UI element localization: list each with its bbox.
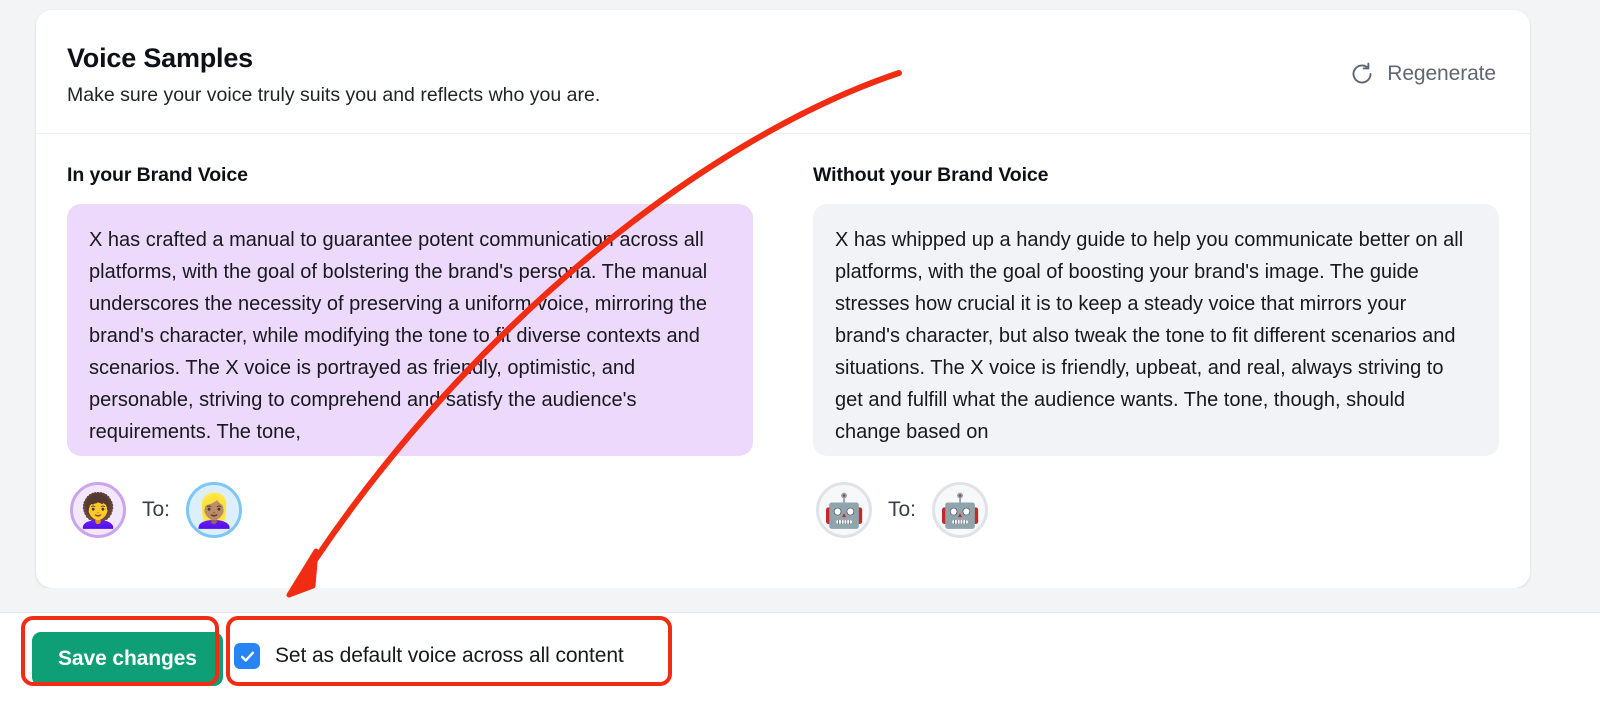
brand-voice-heading: In your Brand Voice xyxy=(67,164,248,186)
brand-voice-text: X has crafted a manual to guarantee pote… xyxy=(89,229,708,443)
regenerate-button[interactable]: Regenerate xyxy=(1344,58,1502,90)
to-label: To: xyxy=(888,498,917,521)
avatar-from[interactable]: 🤖 xyxy=(816,482,872,538)
samples-body: In your Brand Voice X has crafted a manu… xyxy=(36,134,1530,538)
without-brand-voice-avatars: 🤖 To: 🤖 xyxy=(813,482,1499,538)
brand-voice-avatars: 👩‍🦱 To: 👱🏽‍♀️ xyxy=(67,482,753,538)
avatar-from[interactable]: 👩‍🦱 xyxy=(70,482,126,538)
default-voice-checkbox-group[interactable]: Set as default voice across all content xyxy=(234,643,624,669)
refresh-icon xyxy=(1350,62,1374,86)
without-brand-voice-heading: Without your Brand Voice xyxy=(813,164,1049,186)
brand-voice-bubble: X has crafted a manual to guarantee pote… xyxy=(67,204,753,456)
default-voice-checkbox-label[interactable]: Set as default voice across all content xyxy=(275,644,624,668)
page-subtitle: Make sure your voice truly suits you and… xyxy=(67,84,601,107)
regenerate-label: Regenerate xyxy=(1387,62,1496,85)
bubble-tail xyxy=(831,454,857,456)
without-brand-voice-column: Without your Brand Voice X has whipped u… xyxy=(813,164,1499,538)
save-changes-button[interactable]: Save changes xyxy=(32,632,223,686)
default-voice-checkbox[interactable] xyxy=(234,643,260,669)
avatar-to[interactable]: 🤖 xyxy=(932,482,989,538)
voice-samples-card: Voice Samples Make sure your voice truly… xyxy=(36,10,1530,588)
bubble-tail xyxy=(85,454,111,456)
footer-action-bar: Save changes Set as default voice across… xyxy=(0,613,1600,705)
card-header: Voice Samples Make sure your voice truly… xyxy=(36,10,1530,134)
to-label: To: xyxy=(142,498,171,521)
brand-voice-column: In your Brand Voice X has crafted a manu… xyxy=(67,164,753,538)
without-brand-voice-bubble: X has whipped up a handy guide to help y… xyxy=(813,204,1499,456)
page-title: Voice Samples xyxy=(67,43,253,73)
bottom-divider-strip xyxy=(0,588,1600,613)
avatar-to[interactable]: 👱🏽‍♀️ xyxy=(186,482,243,538)
without-brand-voice-text: X has whipped up a handy guide to help y… xyxy=(835,229,1464,443)
